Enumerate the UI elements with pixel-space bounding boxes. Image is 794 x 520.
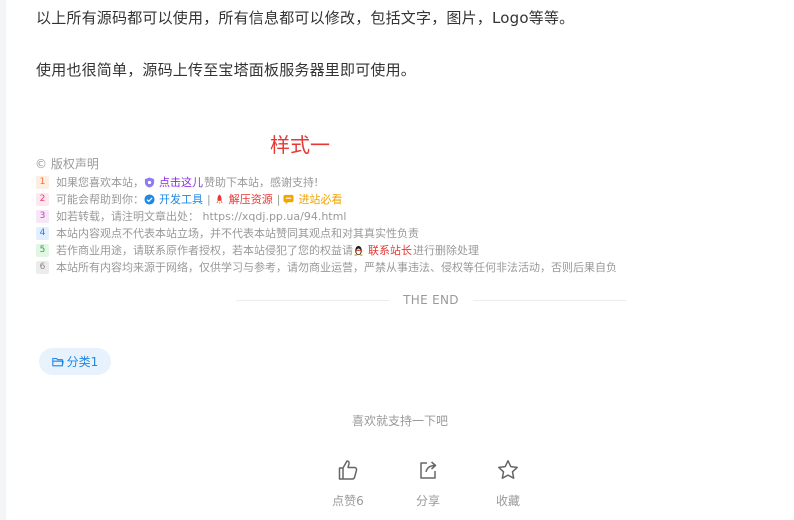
chat-icon [283, 194, 294, 205]
row-number-badge: 4 [36, 226, 49, 240]
article-paragraph-2: 使用也很简单，源码上传至宝塔面板服务器里即可使用。 [36, 61, 417, 79]
sponsor-link[interactable]: 点击这儿 [159, 174, 203, 190]
end-divider: THE END [236, 292, 626, 308]
favorite-label: 收藏 [495, 494, 520, 508]
like-button[interactable]: 点赞6 [318, 458, 378, 509]
dev-tools-link[interactable]: 开发工具 [159, 191, 203, 207]
row-number-badge: 1 [36, 175, 49, 189]
row-text: 可能会帮助到你： [56, 193, 144, 206]
row-text: 若作商业用途，请联系原作者授权，若本站侵犯了您的权益请 [56, 244, 353, 257]
row-text: 本站内容观点不代表本站立场，并不代表本站赞同其观点和对其真实性负责 [56, 227, 419, 240]
like-count: 点赞6 [332, 494, 364, 508]
copyright-row-1: 1 如果您喜欢本站， 点击这儿 赞助下本站，感谢支持! [36, 174, 318, 190]
link-divider: | [207, 192, 211, 206]
end-marker: THE END [403, 293, 459, 307]
copyright-row-2: 2 可能会帮助到你： 开发工具 | 解压资源 | 进站必看 [36, 191, 343, 207]
rocket-icon [214, 193, 225, 205]
copyright-row-4: 4 本站内容观点不代表本站立场，并不代表本站赞同其观点和对其真实性负责 [36, 225, 419, 241]
shield-icon [144, 176, 155, 188]
row-number-badge: 3 [36, 209, 49, 223]
qq-penguin-icon [353, 245, 364, 256]
must-read-link[interactable]: 进站必看 [298, 191, 342, 207]
row-text: 本站所有内容均来源于网络，仅供学习与参考，请勿商业运营，严禁从事违法、侵权等任何… [56, 261, 617, 274]
share-button[interactable]: 分享 [398, 458, 458, 509]
folder-icon [51, 357, 64, 366]
contact-admin-link[interactable]: 联系站长 [368, 242, 412, 258]
style-label: 样式一 [270, 133, 330, 157]
link-divider: | [276, 192, 281, 206]
thumbs-up-icon [338, 460, 358, 480]
row-text: 如若转载，请注明文章出处： https://xqdj.pp.ua/94.html [56, 210, 347, 223]
article-paragraph-1: 以上所有源码都可以使用，所有信息都可以修改，包括文字，图片，Logo等等。 [36, 9, 575, 27]
row-number-badge: 2 [36, 192, 49, 206]
divider-line [236, 299, 390, 301]
row-text-after: 赞助下本站，感谢支持! [204, 176, 319, 189]
unzip-resources-link[interactable]: 解压资源 [229, 191, 273, 207]
divider-line [472, 299, 626, 301]
copyright-heading: © 版权声明 [35, 157, 99, 171]
copyright-row-3: 3 如若转载，请注明文章出处： https://xqdj.pp.ua/94.ht… [36, 208, 346, 224]
share-label: 分享 [415, 494, 440, 508]
share-icon [420, 461, 437, 479]
row-number-badge: 5 [36, 243, 49, 257]
category-tag[interactable]: 分类1 [39, 348, 111, 375]
copyright-row-5: 5 若作商业用途，请联系原作者授权，若本站侵犯了您的权益请 联系站长 进行删除处… [36, 242, 479, 258]
row-text: 如果您喜欢本站， [56, 176, 144, 189]
article-card: 以上所有源码都可以使用，所有信息都可以修改，包括文字，图片，Logo等等。 使用… [6, 0, 794, 520]
row-text-after: 进行删除处理 [413, 244, 479, 257]
star-icon [498, 460, 518, 479]
category-label: 分类1 [66, 355, 99, 369]
support-prompt: 喜欢就支持一下吧 [351, 414, 448, 428]
favorite-button[interactable]: 收藏 [478, 458, 538, 509]
verified-icon [144, 193, 155, 205]
copyright-row-6: 6 本站所有内容均来源于网络，仅供学习与参考，请勿商业运营，严禁从事违法、侵权等… [36, 259, 617, 275]
row-number-badge: 6 [36, 260, 49, 274]
